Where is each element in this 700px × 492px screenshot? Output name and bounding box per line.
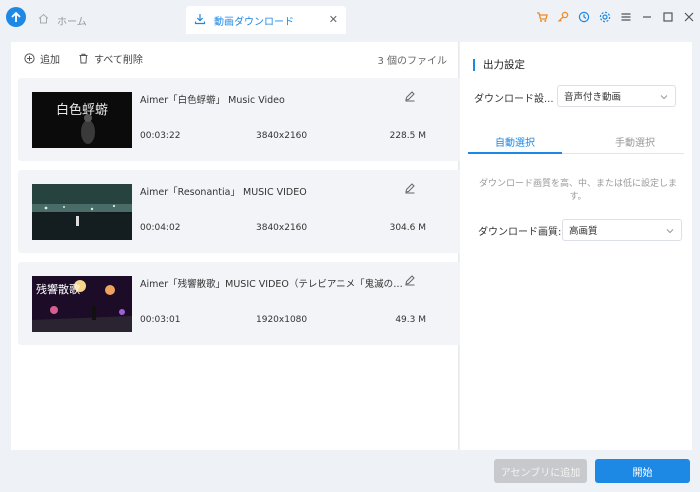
tab-home-label: ホーム <box>57 16 87 28</box>
maximize-icon[interactable] <box>657 9 678 25</box>
close-tab-icon[interactable]: ✕ <box>329 13 338 26</box>
edit-icon[interactable] <box>404 182 416 197</box>
download-icon <box>194 13 206 28</box>
key-icon[interactable] <box>552 9 573 25</box>
video-title: Aimer「Resonantia」 MUSIC VIDEO <box>140 187 307 198</box>
gear-icon[interactable] <box>594 9 615 25</box>
plus-circle-icon <box>24 53 35 64</box>
download-setting-label: ダウンロード設... <box>474 94 554 105</box>
video-size: 49.3 M <box>395 315 426 325</box>
cart-icon[interactable] <box>531 9 552 25</box>
active-tab-underline <box>468 152 562 154</box>
chevron-down-icon <box>666 229 674 234</box>
video-thumbnail: 残響散歌 <box>32 276 132 332</box>
window-controls <box>531 9 699 25</box>
video-title: Aimer「残響散歌」MUSIC VIDEO（テレビアニメ「鬼滅の刃... <box>140 279 408 290</box>
delete-all-button[interactable]: すべて削除 <box>78 51 143 66</box>
tab-video-download-label: 動画ダウンロード <box>214 16 294 28</box>
output-settings-title: 出力設定 <box>473 59 525 71</box>
selection-mode-tabs: 自動選択 手動選択 <box>468 130 684 154</box>
video-title: Aimer「白色蜉蝣」 Music Video <box>140 95 285 106</box>
clock-icon[interactable] <box>573 9 594 25</box>
video-duration: 00:03:01 <box>140 315 181 325</box>
video-size: 304.6 M <box>389 223 426 233</box>
thumbnail-title-text: 残響散歌 <box>36 282 80 296</box>
delete-all-label: すべて削除 <box>94 55 143 66</box>
tab-home[interactable]: ホーム <box>34 6 180 34</box>
menu-icon[interactable] <box>615 9 636 25</box>
add-to-assembly-button[interactable]: アセンブリに追加 <box>494 459 587 483</box>
video-list-panel: 追加 すべて削除 3 個のファイル 白色蜉蝣 Aimer「白色蜉蝣」 Music… <box>11 42 462 450</box>
list-toolbar: 追加 すべて削除 3 個のファイル <box>11 42 459 74</box>
edit-icon[interactable] <box>404 274 416 289</box>
video-resolution: 1920x1080 <box>256 315 308 325</box>
video-resolution: 3840x2160 <box>256 131 308 141</box>
add-button[interactable]: 追加 <box>24 51 60 66</box>
video-item[interactable]: 白色蜉蝣 Aimer「白色蜉蝣」 Music Video 00:03:22 38… <box>18 78 462 161</box>
chevron-down-icon <box>660 95 668 100</box>
quality-value: 高画質 <box>569 226 598 237</box>
start-button[interactable]: 開始 <box>595 459 690 483</box>
video-thumbnail <box>32 184 132 240</box>
add-button-label: 追加 <box>40 55 60 66</box>
video-item[interactable]: 残響散歌 Aimer「残響散歌」MUSIC VIDEO（テレビアニメ「鬼滅の刃.… <box>18 262 462 345</box>
trash-icon <box>79 53 88 64</box>
download-setting-select[interactable]: 音声付き動画 <box>557 85 676 107</box>
quality-label: ダウンロード画質: <box>478 227 562 238</box>
tab-auto-select[interactable]: 自動選択 <box>468 134 562 149</box>
output-settings-panel: 出力設定 ダウンロード設... 音声付き動画 自動選択 手動選択 ダウンロード画… <box>460 42 692 450</box>
app-logo-icon <box>6 7 26 27</box>
video-resolution: 3840x2160 <box>256 223 308 233</box>
title-bar: ホーム 動画ダウンロード ✕ <box>0 0 700 36</box>
file-count: 3 個のファイル <box>377 56 447 67</box>
quality-select[interactable]: 高画質 <box>562 219 682 241</box>
quality-hint-text: ダウンロード画質を高、中、または低に設定します。 <box>478 179 677 202</box>
tab-manual-select[interactable]: 手動選択 <box>588 134 682 149</box>
minimize-icon[interactable] <box>636 9 657 25</box>
video-size: 228.5 M <box>389 131 426 141</box>
video-thumbnail: 白色蜉蝣 <box>32 92 132 148</box>
close-window-icon[interactable] <box>678 9 699 25</box>
tab-video-download[interactable]: 動画ダウンロード ✕ <box>186 6 346 34</box>
video-duration: 00:04:02 <box>140 223 181 233</box>
edit-icon[interactable] <box>404 90 416 105</box>
download-setting-value: 音声付き動画 <box>564 92 622 103</box>
home-icon <box>38 13 49 27</box>
video-duration: 00:03:22 <box>140 131 181 141</box>
thumbnail-title-text: 白色蜉蝣 <box>56 102 108 118</box>
video-item[interactable]: Aimer「Resonantia」 MUSIC VIDEO 00:04:02 3… <box>18 170 462 253</box>
